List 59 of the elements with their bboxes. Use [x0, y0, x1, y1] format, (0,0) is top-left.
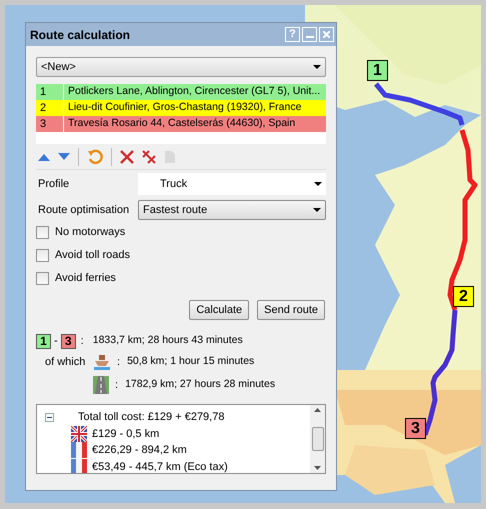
checkbox[interactable] [36, 249, 49, 262]
waypoint-address: Lieu-dit Coufinier, Gros-Chastang (19320), France [67, 100, 302, 116]
close-button[interactable] [319, 27, 334, 42]
total-distance-text: 1833,7 km; 28 hours 43 minutes [92, 333, 243, 348]
arrow-down-icon[interactable] [58, 152, 70, 160]
tree-item[interactable]: £129 - 0,5 km [92, 426, 160, 442]
ship-icon [93, 353, 111, 371]
waypoint-number: 3 [36, 116, 64, 132]
part-distance-text: 50,8 km; 1 hour 15 minutes [127, 354, 254, 370]
tree-item[interactable]: Total toll cost: £129 + €279,78 [78, 409, 224, 426]
dropdown-caret-icon [313, 208, 321, 212]
close-icon [323, 31, 330, 38]
scroll-down-icon[interactable] [314, 466, 321, 470]
colon-text: : [80, 334, 84, 349]
optimisation-dropdown[interactable]: Fastest route [138, 200, 326, 220]
flag-icon [71, 442, 87, 458]
map-marker[interactable]: 2 [453, 286, 474, 307]
route-dropdown[interactable]: <New> [36, 57, 326, 77]
checkbox-label: No motorways [55, 225, 126, 240]
window-title: Route calculation [30, 26, 132, 44]
action-button[interactable]: Send route [257, 300, 325, 320]
waypoint-address: Travesía Rosario 44, Castelserás (44630), Spain [67, 116, 296, 132]
dropdown-caret-icon [314, 182, 322, 186]
delete-icon[interactable] [120, 150, 134, 164]
of-which-text: of which [45, 356, 86, 368]
part-distance-text: 1782,9 km; 27 hours 28 minutes [125, 377, 276, 392]
scroll-up-icon[interactable] [314, 408, 321, 412]
checkbox[interactable] [36, 272, 49, 285]
arrow-up-icon[interactable] [38, 152, 50, 160]
checkbox-label: Avoid ferries [55, 271, 116, 286]
road-icon [93, 376, 109, 394]
optimisation-label: Route optimisation [37, 202, 130, 218]
waypoint-address: Potlickers Lane, Ablington, Cirencester (GL7 5), Unit... [67, 84, 320, 100]
checkbox-label: Avoid toll roads [55, 248, 130, 264]
minimize-icon [306, 36, 314, 38]
waypoint-row[interactable]: 2 Lieu-dit Coufinier, Gros-Chastang (19320), France [36, 100, 326, 116]
collapse-toggle[interactable] [45, 412, 54, 422]
dropdown-caret-icon [313, 65, 321, 69]
profile-dropdown[interactable]: Truck [138, 173, 326, 195]
map-marker[interactable]: 1 [367, 60, 388, 81]
scrollbar[interactable] [310, 405, 325, 473]
colon-text: : [115, 378, 118, 393]
tree-item[interactable]: €226,29 - 894,2 km [92, 442, 187, 458]
profile-label: Profile [37, 176, 70, 192]
colon-text: : [117, 354, 120, 370]
dash-text: - [54, 334, 58, 349]
minus-icon [47, 416, 52, 418]
map-marker[interactable]: 3 [405, 418, 426, 439]
start-badge: 1 [36, 334, 51, 348]
end-badge: 3 [60, 334, 76, 348]
minimize-button[interactable] [302, 27, 317, 42]
action-button[interactable]: Calculate [189, 300, 250, 320]
checkbox[interactable] [36, 226, 49, 239]
waypoint-row[interactable]: 1 Potlickers Lane, Ablington, Cirencester (GL7 5), Unit... [36, 84, 326, 100]
waypoint-row[interactable]: 3 Travesía Rosario 44, Castelserás (44630), Spain [36, 116, 326, 132]
flag-icon [71, 426, 87, 442]
delete-all-icon[interactable] [142, 150, 156, 164]
tree-item[interactable]: €53,49 - 445,7 km (Eco tax) [92, 458, 228, 473]
circular-arrow-icon[interactable] [87, 148, 103, 164]
